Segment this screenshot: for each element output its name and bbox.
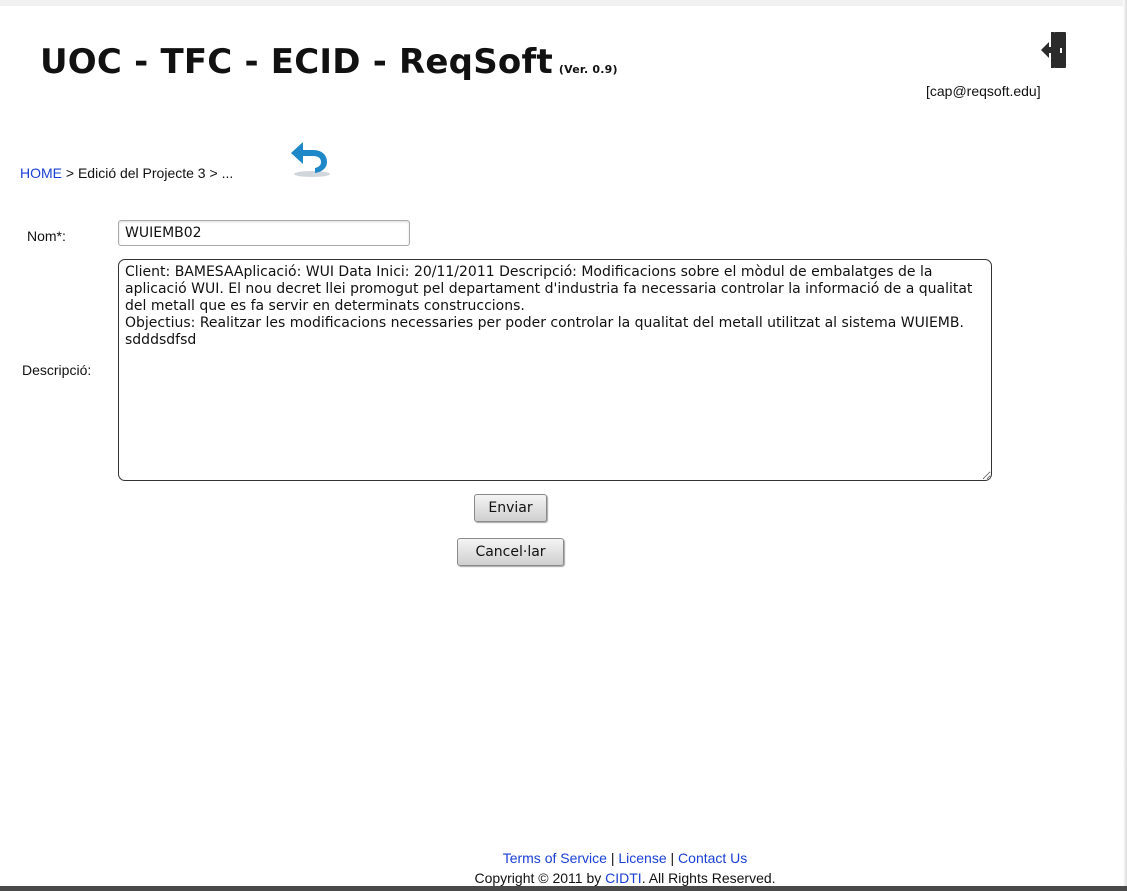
cancel-button[interactable]: Cancel·lar — [457, 538, 564, 566]
description-label: Descripció: — [22, 362, 92, 378]
user-email: [cap@reqsoft.edu] — [926, 83, 1041, 99]
breadcrumb-separator: > — [62, 165, 78, 181]
breadcrumb-separator: > — [205, 165, 222, 181]
breadcrumb-current: Edició del Projecte 3 — [77, 165, 206, 181]
name-label: Nom*: — [27, 228, 66, 244]
app-version: (Ver. 0.9) — [558, 63, 618, 76]
contact-link[interactable]: Contact Us — [678, 850, 747, 866]
copyright-suffix: . All Rights Reserved. — [641, 870, 776, 886]
license-link[interactable]: License — [618, 850, 666, 866]
top-edge — [0, 0, 1127, 6]
footer-links: Terms of Service | License | Contact Us — [0, 850, 1127, 866]
terms-link[interactable]: Terms of Service — [503, 850, 607, 866]
app-title: UOC - TFC - ECID - ReqSoft (Ver. 0.9) — [40, 42, 618, 82]
copyright: Copyright © 2011 by CIDTI. All Rights Re… — [0, 870, 1127, 886]
app-title-text: UOC - TFC - ECID - ReqSoft — [40, 42, 553, 82]
description-textarea[interactable]: Client: BAMESAAplicació: WUI Data Inici:… — [118, 259, 992, 481]
logout-icon[interactable] — [1040, 30, 1068, 70]
footer-separator: | — [666, 850, 679, 866]
window-shadow — [1123, 0, 1127, 891]
name-input[interactable] — [118, 220, 410, 246]
cidti-link[interactable]: CIDTI — [605, 870, 642, 886]
breadcrumb: HOME > Edició del Projecte 3 > ... — [20, 165, 233, 181]
breadcrumb-home-link[interactable]: HOME — [20, 165, 62, 181]
breadcrumb-ellipsis: ... — [221, 165, 234, 181]
back-arrow-icon[interactable] — [287, 137, 333, 179]
page: UOC - TFC - ECID - ReqSoft (Ver. 0.9) [ca… — [0, 0, 1127, 891]
footer-separator: | — [606, 850, 619, 866]
copyright-prefix: Copyright © 2011 by — [474, 870, 606, 886]
send-button[interactable]: Enviar — [474, 494, 547, 522]
bottom-edge — [0, 886, 1127, 891]
